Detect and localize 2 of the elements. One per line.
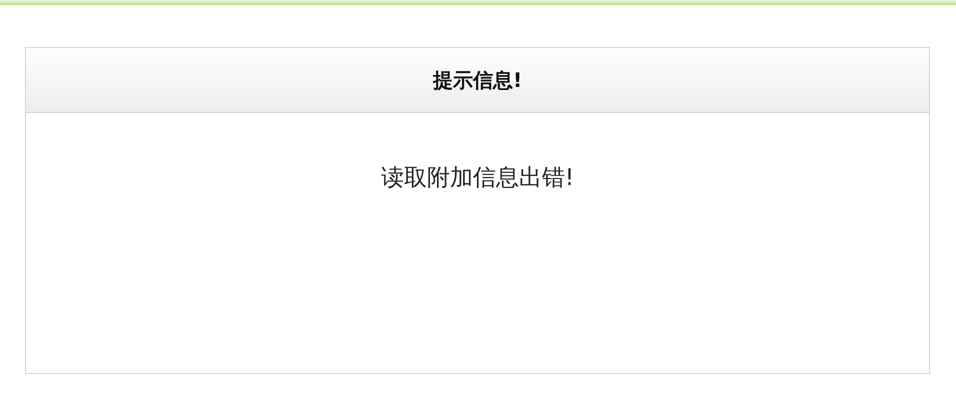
dialog-title: 提示信息! — [432, 67, 522, 94]
error-message: 读取附加信息出错! — [380, 164, 574, 193]
